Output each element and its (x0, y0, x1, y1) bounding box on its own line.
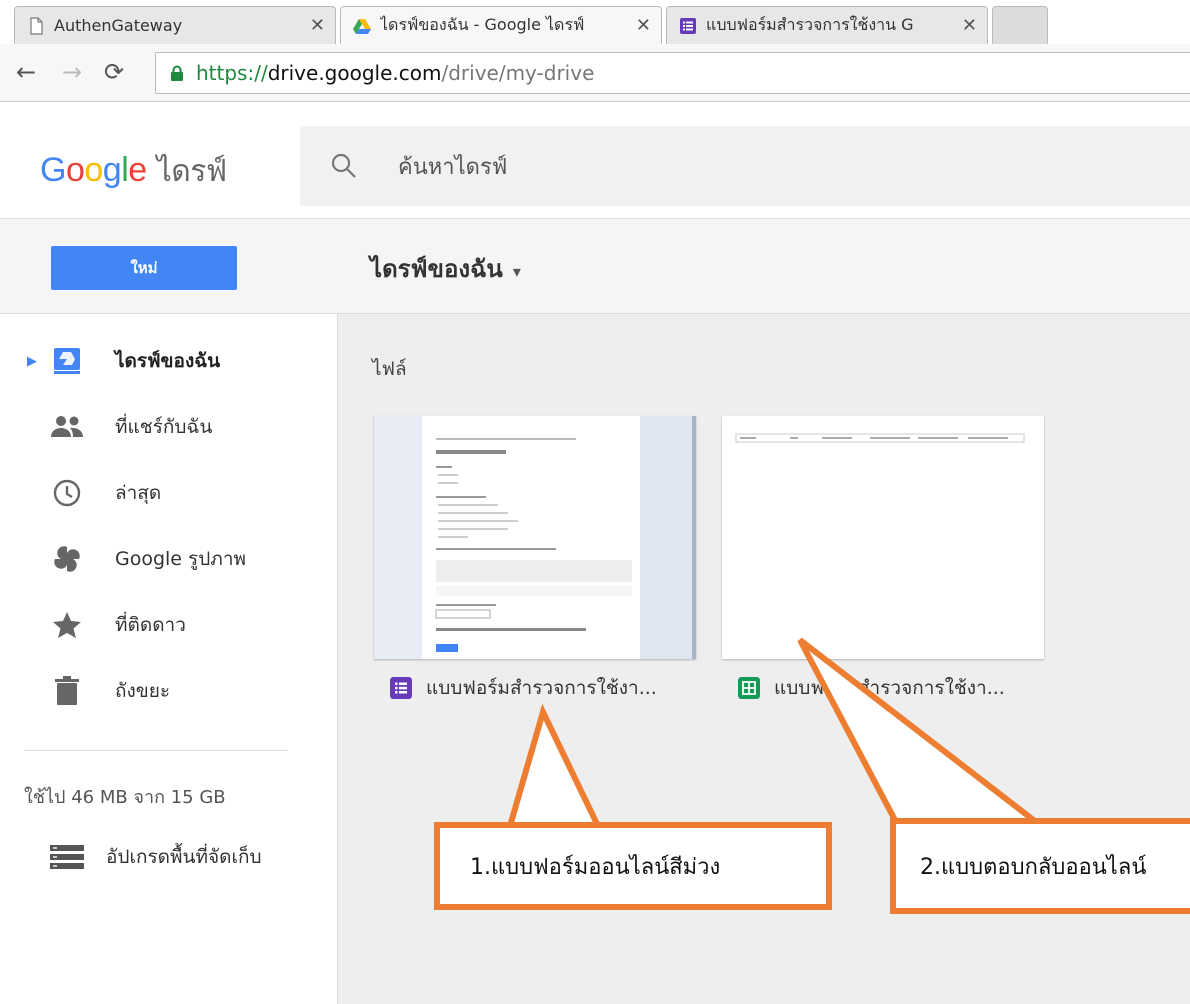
browser-toolbar: ← → ⟳ https://drive.google.com/drive/my-… (0, 44, 1190, 102)
sidebar-divider (24, 750, 288, 751)
tab-title: แบบฟอร์มสำรวจการใช้งาน G (706, 15, 914, 34)
search-placeholder: ค้นหาไดรฟ์ (398, 154, 508, 180)
breadcrumb-label: ไดรฟ์ของฉัน (370, 255, 503, 283)
close-icon[interactable]: ✕ (962, 15, 977, 36)
page-icon (30, 16, 43, 35)
trash-icon (50, 674, 84, 708)
sheets-icon (738, 677, 760, 699)
callout-form: 1.แบบฟอร์มออนไลน์สีม่วง (434, 822, 832, 910)
lock-icon (171, 65, 183, 81)
upgrade-storage-link[interactable]: อัปเกรดพื้นที่จัดเก็บ (0, 832, 338, 882)
google-drive-logo[interactable]: Google ไดรฟ์ (40, 148, 227, 195)
file-name-label: แบบฟอร์มสำรวจการใช้งา... (426, 677, 657, 699)
tab-title: ไดรฟ์ของฉัน - Google ไดรฟ์ (380, 15, 585, 34)
logo-letter: e (128, 151, 147, 189)
logo-letter: o (65, 151, 85, 189)
sidebar-item-label: ไดรฟ์ของฉัน (115, 350, 221, 372)
logo-letter: g (102, 151, 122, 189)
form-thumbnail (374, 416, 696, 659)
search-input[interactable]: ค้นหาไดรฟ์ (300, 126, 1190, 206)
drive-icon (353, 18, 371, 34)
breadcrumb[interactable]: ไดรฟ์ของฉัน ▾ (370, 249, 521, 288)
storage-usage: ใช้ไป 46 MB จาก 15 GB (24, 787, 226, 808)
star-icon (50, 608, 84, 642)
tab-google-form[interactable]: แบบฟอร์มสำรวจการใช้งาน G ✕ (666, 6, 988, 44)
url-path: /drive/my-drive (441, 61, 595, 85)
storage-bars-icon (50, 843, 84, 871)
sidebar-item-label: Google รูปภาพ (115, 548, 247, 570)
browser-tab-strip: AuthenGateway ✕ ไดรฟ์ของฉัน - Google ไดร… (0, 0, 1190, 44)
chevron-down-icon[interactable]: ▾ (513, 262, 521, 281)
expand-arrow-icon[interactable]: ▶ (27, 354, 37, 369)
product-name: ไดรฟ์ (156, 154, 227, 189)
file-name-sheet[interactable]: แบบฟอร์มสำรวจการใช้งา... (738, 673, 1005, 703)
file-name-label: แบบฟอร์มสำรวจการใช้งา... (774, 677, 1005, 699)
callout-form-text: 1.แบบฟอร์มออนไลน์สีม่วง (470, 854, 721, 880)
sidebar-item-label: ถังขยะ (115, 680, 171, 702)
sidebar-item-starred[interactable]: ที่ติดดาว (0, 600, 338, 650)
file-card-sheet[interactable] (722, 416, 1044, 659)
url-host: drive.google.com (267, 61, 442, 85)
close-icon[interactable]: ✕ (310, 15, 325, 36)
sidebar-item-google-photos[interactable]: Google รูปภาพ (0, 534, 338, 584)
sidebar-item-label: ล่าสุด (115, 482, 162, 504)
callout-responses: 2.แบบตอบกลับออนไลน์ (890, 818, 1190, 914)
forms-icon (390, 677, 412, 699)
photos-pinwheel-icon (50, 542, 84, 576)
callout-responses-text: 2.แบบตอบกลับออนไลน์ (920, 854, 1147, 880)
sidebar-item-label: ที่แชร์กับฉัน (115, 416, 213, 438)
back-arrow-icon[interactable]: ← (16, 58, 36, 86)
upgrade-storage-label: อัปเกรดพื้นที่จัดเก็บ (106, 846, 262, 868)
my-drive-icon (50, 344, 84, 378)
sidebar-item-trash[interactable]: ถังขยะ (0, 666, 338, 716)
url-scheme: https:// (196, 61, 268, 85)
tab-authengateway[interactable]: AuthenGateway ✕ (14, 6, 336, 44)
logo-letter: G (40, 151, 66, 189)
section-title-files: ไฟล์ (372, 358, 407, 380)
close-icon[interactable]: ✕ (636, 15, 651, 36)
search-icon[interactable] (330, 152, 358, 180)
sidebar-item-recent[interactable]: ล่าสุด (0, 468, 338, 518)
file-card-form[interactable] (374, 416, 696, 659)
forward-arrow-icon[interactable]: → (62, 58, 82, 86)
sidebar-item-my-drive[interactable]: ▶ ไดรฟ์ของฉัน (0, 336, 338, 386)
address-bar[interactable]: https://drive.google.com/drive/my-drive (155, 52, 1190, 94)
sheet-thumbnail (722, 416, 1044, 659)
clock-icon (50, 476, 84, 510)
forms-icon (680, 17, 696, 34)
sidebar-item-label: ที่ติดดาว (115, 614, 186, 636)
new-button[interactable]: ใหม่ (51, 246, 237, 290)
shared-people-icon (50, 410, 84, 444)
action-bar: ใหม่ ไดรฟ์ของฉัน ▾ (0, 218, 1190, 314)
logo-letter: o (84, 151, 103, 189)
file-name-form[interactable]: แบบฟอร์มสำรวจการใช้งา... (390, 673, 657, 703)
sidebar: ▶ ไดรฟ์ของฉัน ที่แชร์กับฉัน ล่าสุด Googl… (0, 314, 338, 1004)
new-tab-button[interactable] (992, 6, 1048, 44)
tab-title: AuthenGateway (54, 16, 183, 35)
reload-icon[interactable]: ⟳ (104, 58, 124, 86)
sidebar-item-shared-with-me[interactable]: ที่แชร์กับฉัน (0, 402, 338, 452)
drive-header: Google ไดรฟ์ ค้นหาไดรฟ์ (0, 102, 1190, 218)
tab-google-drive[interactable]: ไดรฟ์ของฉัน - Google ไดรฟ์ ✕ (340, 6, 662, 44)
